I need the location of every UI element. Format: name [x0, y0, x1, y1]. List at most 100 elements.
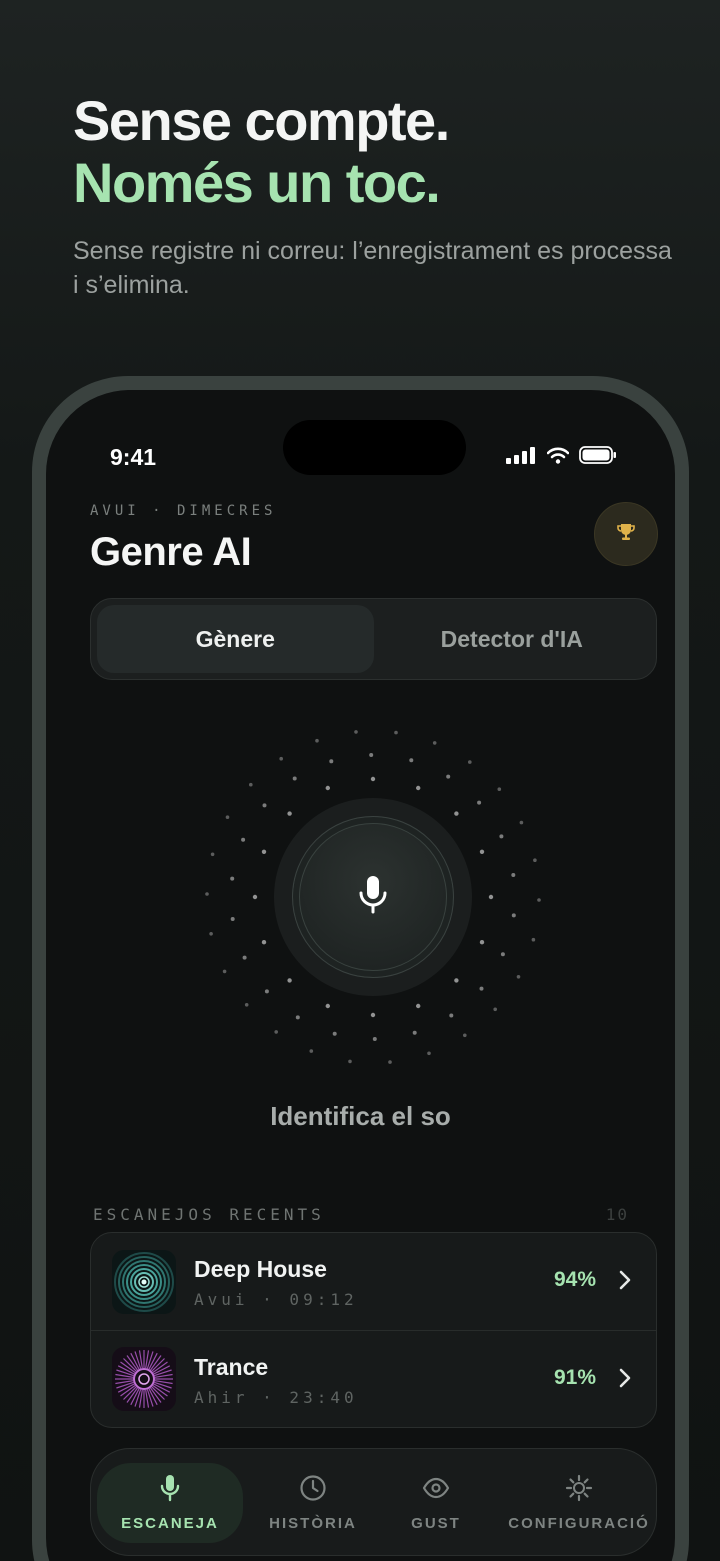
tab-history[interactable]: HISTÒRIA	[251, 1463, 375, 1543]
wave-dot	[533, 858, 537, 862]
trophy-icon	[616, 522, 636, 547]
wave-dot	[225, 815, 230, 819]
date-label: AVUI · DIMECRES	[90, 503, 277, 519]
wave-dot	[449, 1013, 454, 1018]
wave-dot	[325, 1003, 330, 1009]
gear-icon	[565, 1474, 593, 1507]
wave-dot	[412, 1030, 417, 1035]
wave-dot	[261, 940, 267, 945]
trophy-button[interactable]	[594, 502, 658, 566]
promo-headline: Sense compte.	[73, 89, 450, 152]
wave-dot	[242, 955, 247, 960]
wave-dot	[315, 738, 319, 743]
wave-dot	[325, 785, 330, 791]
app-screen: 9:41 AVUI · DIMECRES Genre AI Gènere Det…	[46, 390, 675, 1561]
wave-dot	[463, 1033, 467, 1038]
wave-dot	[537, 898, 541, 902]
genre-artwork-trance	[112, 1347, 176, 1411]
wave-dot	[432, 741, 437, 745]
wave-dot	[230, 917, 235, 921]
wave-dot	[287, 811, 292, 816]
wave-dot	[241, 837, 246, 842]
wave-dot	[230, 876, 235, 881]
wave-dot	[354, 730, 358, 734]
wave-dot	[446, 774, 451, 779]
wave-dot	[209, 932, 213, 936]
wave-dot	[261, 849, 267, 854]
wave-dot	[499, 834, 504, 839]
wave-dot	[279, 756, 283, 761]
recent-scan-item[interactable]: Trance Ahir · 23:40 91%	[91, 1330, 656, 1427]
genre-artwork-deep-house	[112, 1249, 176, 1314]
battery-icon	[579, 446, 617, 469]
wave-dot	[244, 1003, 249, 1007]
promo-subtitle: Sense registre ni correu: l’enregistrame…	[73, 237, 672, 299]
wave-dot	[477, 800, 482, 805]
wave-dot	[497, 787, 502, 791]
recent-scan-confidence: 94%	[553, 1268, 596, 1291]
chevron-right-icon	[618, 1367, 632, 1394]
wave-dot	[295, 1015, 300, 1020]
scan-button[interactable]	[292, 816, 454, 978]
signal-icon	[506, 446, 537, 469]
wave-dot	[479, 849, 485, 854]
tab-label: HISTÒRIA	[269, 1515, 357, 1532]
wave-dot	[416, 1003, 421, 1009]
wave-dot	[369, 753, 374, 757]
recent-scan-item[interactable]: Deep House Avui · 09:12 94%	[91, 1233, 656, 1330]
promo-header: Sense compte. Només un toc. Sense regist…	[73, 90, 673, 302]
wave-dot	[348, 1059, 352, 1064]
segment-genre[interactable]: Gènere	[97, 605, 374, 673]
status-time: 9:41	[110, 444, 157, 470]
clock-icon	[299, 1474, 327, 1507]
wave-dot	[479, 940, 485, 945]
wave-dot	[416, 785, 421, 791]
microphone-icon	[159, 1474, 181, 1507]
wave-dot	[511, 873, 516, 877]
recent-scan-title: Deep House	[194, 1256, 327, 1282]
wave-dot	[329, 759, 334, 764]
wave-dot	[370, 776, 376, 782]
chevron-right-icon	[618, 1269, 632, 1296]
wave-dot	[479, 986, 484, 991]
wave-dot	[388, 1060, 392, 1064]
microphone-icon	[356, 875, 390, 920]
wifi-icon	[546, 447, 570, 469]
mode-segmented-control: Gènere Detector d'IA	[90, 598, 657, 680]
segment-ai-detector[interactable]: Detector d'IA	[374, 605, 651, 673]
wave-dot	[493, 1007, 498, 1012]
dynamic-island	[283, 420, 466, 475]
recent-scan-time: Avui · 09:12	[194, 1290, 358, 1309]
tab-label: GUST	[411, 1515, 461, 1532]
recent-scans-list: Deep House Avui · 09:12 94% Trance Ahir …	[90, 1232, 657, 1428]
wave-dot	[500, 952, 505, 957]
wave-dot	[210, 852, 215, 857]
wave-dot	[531, 937, 536, 942]
wave-dot	[332, 1031, 337, 1036]
wave-dot	[287, 978, 292, 983]
tab-settings[interactable]: CONFIGURACIÓ	[505, 1463, 653, 1543]
wave-dot	[370, 1012, 376, 1018]
wave-dot	[274, 1030, 278, 1034]
tab-taste[interactable]: GUST	[391, 1463, 481, 1543]
phone-frame: 9:41 AVUI · DIMECRES Genre AI Gènere Det…	[32, 376, 689, 1561]
wave-dot	[264, 989, 269, 994]
wave-dot	[372, 1037, 377, 1041]
recent-scan-title: Trance	[194, 1354, 269, 1380]
app-title: Genre AI	[90, 530, 252, 574]
scan-label: Identifica el so	[270, 1101, 451, 1131]
wave-dot	[427, 1051, 431, 1056]
bottom-tab-bar: ESCANEJA HISTÒRIA GUST CONFIGURACIÓ	[90, 1448, 657, 1556]
status-icons	[506, 446, 617, 469]
wave-dot	[409, 758, 414, 763]
wave-dot	[516, 975, 521, 979]
wave-dot	[205, 892, 209, 896]
wave-dot	[511, 913, 516, 918]
tab-label: CONFIGURACIÓ	[508, 1515, 650, 1532]
wave-dot	[519, 820, 524, 825]
wave-dot	[292, 776, 297, 781]
wave-dot	[394, 730, 398, 735]
tab-scan[interactable]: ESCANEJA	[97, 1463, 243, 1543]
tab-label: ESCANEJA	[121, 1515, 219, 1532]
wave-dot	[252, 894, 258, 900]
